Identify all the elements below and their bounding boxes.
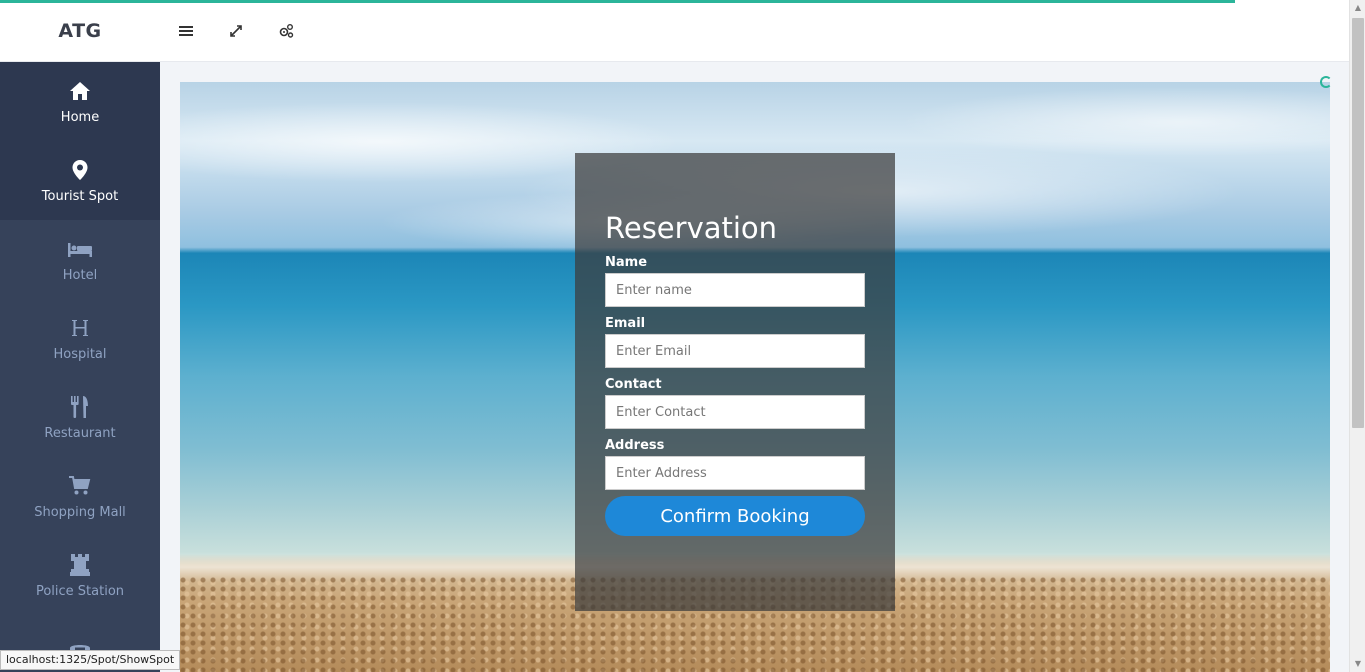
cart-icon (69, 473, 91, 499)
contact-label: Contact (605, 377, 662, 392)
address-label: Address (605, 438, 665, 453)
sidebar-item-label: Hotel (62, 268, 98, 283)
sidebar-item-label: Police Station (35, 584, 125, 599)
sidebar-item-label: Shopping Mall (34, 505, 126, 520)
home-icon (69, 78, 91, 104)
email-input[interactable] (605, 334, 865, 368)
sidebar-item-shopping-mall[interactable]: Shopping Mall (0, 457, 160, 536)
top-header: ATG (0, 0, 1349, 62)
name-input[interactable] (605, 273, 865, 307)
sidebar-item-hospital[interactable]: Hospital (0, 299, 160, 378)
brand-logo[interactable]: ATG (0, 20, 160, 42)
map-pin-icon (72, 157, 88, 183)
sidebar-item-hotel[interactable]: Hotel (0, 220, 160, 299)
scroll-up-icon[interactable]: ▲ (1353, 3, 1363, 13)
loading-spinner-icon (1320, 76, 1332, 88)
form-title: Reservation (605, 211, 778, 245)
name-label: Name (605, 255, 648, 270)
vertical-scrollbar[interactable]: ▲ ▼ (1349, 0, 1365, 672)
bed-icon (68, 236, 92, 262)
sidebar-item-label: Home (60, 110, 100, 125)
expand-icon[interactable] (226, 21, 246, 41)
status-bar-url: localhost:1325/Spot/ShowSpot (0, 650, 181, 670)
sidebar-item-restaurant[interactable]: Restaurant (0, 378, 160, 457)
hospital-icon (70, 315, 90, 341)
sidebar-item-home[interactable]: Home (0, 62, 160, 141)
sidebar-item-label: Tourist Spot (41, 189, 119, 204)
utensils-icon (70, 394, 90, 420)
main-content: Reservation Name Email Contact Address C… (160, 62, 1349, 672)
sidebar-item-label: Restaurant (44, 426, 116, 441)
menu-icon[interactable] (176, 21, 196, 41)
page-load-progress (0, 0, 1235, 3)
reservation-form: Reservation Name Email Contact Address C… (575, 153, 895, 611)
sidebar-item-tourist-spot[interactable]: Tourist Spot (0, 141, 160, 220)
email-label: Email (605, 316, 646, 331)
scroll-thumb[interactable] (1352, 18, 1364, 428)
tower-icon (70, 552, 90, 578)
settings-icon[interactable] (276, 21, 296, 41)
sidebar-item-label: Hospital (53, 347, 107, 362)
confirm-booking-button[interactable]: Confirm Booking (605, 496, 865, 536)
toolbar (176, 21, 296, 41)
sidebar: Home Tourist Spot Hotel Hospital Restaur… (0, 62, 160, 672)
sidebar-item-police-station[interactable]: Police Station (0, 536, 160, 615)
contact-input[interactable] (605, 395, 865, 429)
scroll-down-icon[interactable]: ▼ (1353, 659, 1363, 669)
address-input[interactable] (605, 456, 865, 490)
